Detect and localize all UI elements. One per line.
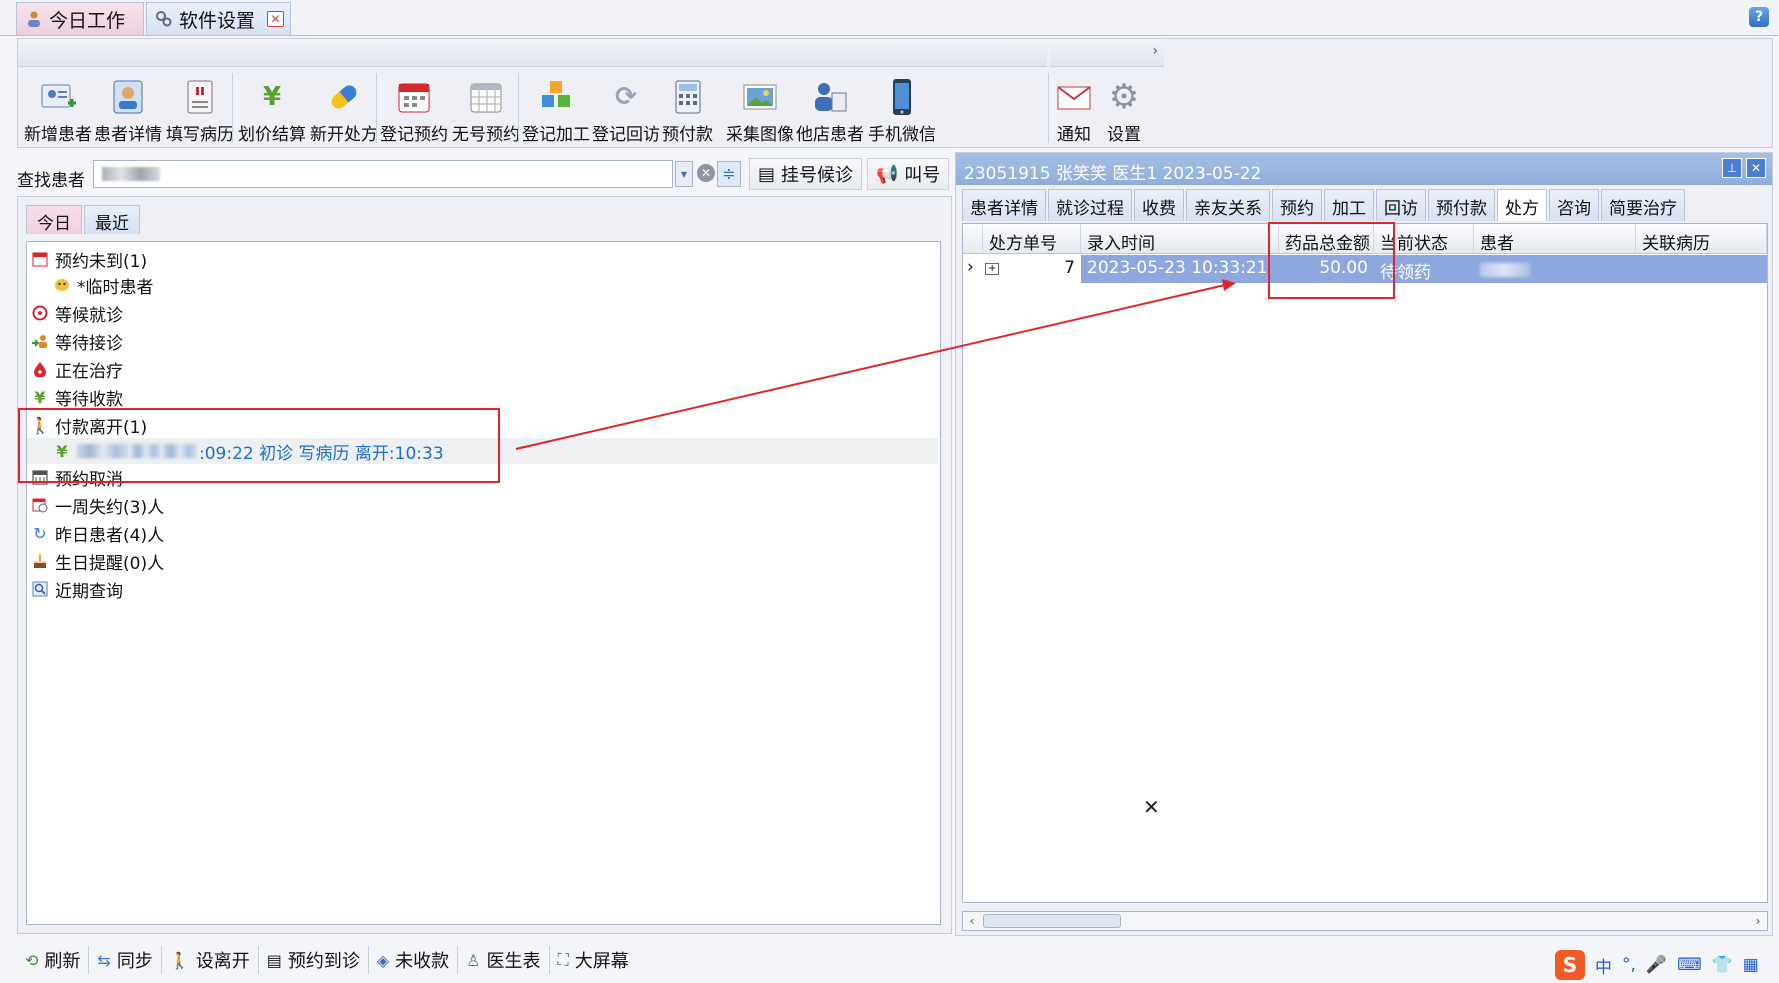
ime-punctuation[interactable]: °, (1622, 955, 1636, 975)
annotation-arrow (515, 279, 1236, 450)
microphone-icon[interactable]: 🎤 (1646, 955, 1667, 975)
keyboard-icon[interactable]: ⌨ (1677, 955, 1702, 975)
skin-icon[interactable]: 👕 (1712, 955, 1733, 975)
grid-menu-icon[interactable]: ▦ (1743, 955, 1759, 975)
cursor-icon: ✕ (1143, 795, 1160, 819)
ime-language[interactable]: 中 (1595, 953, 1612, 978)
ime-toolbar: S 中 °, 🎤 ⌨ 👕 ▦ (1555, 950, 1759, 980)
sogou-logo-icon[interactable]: S (1555, 950, 1585, 980)
